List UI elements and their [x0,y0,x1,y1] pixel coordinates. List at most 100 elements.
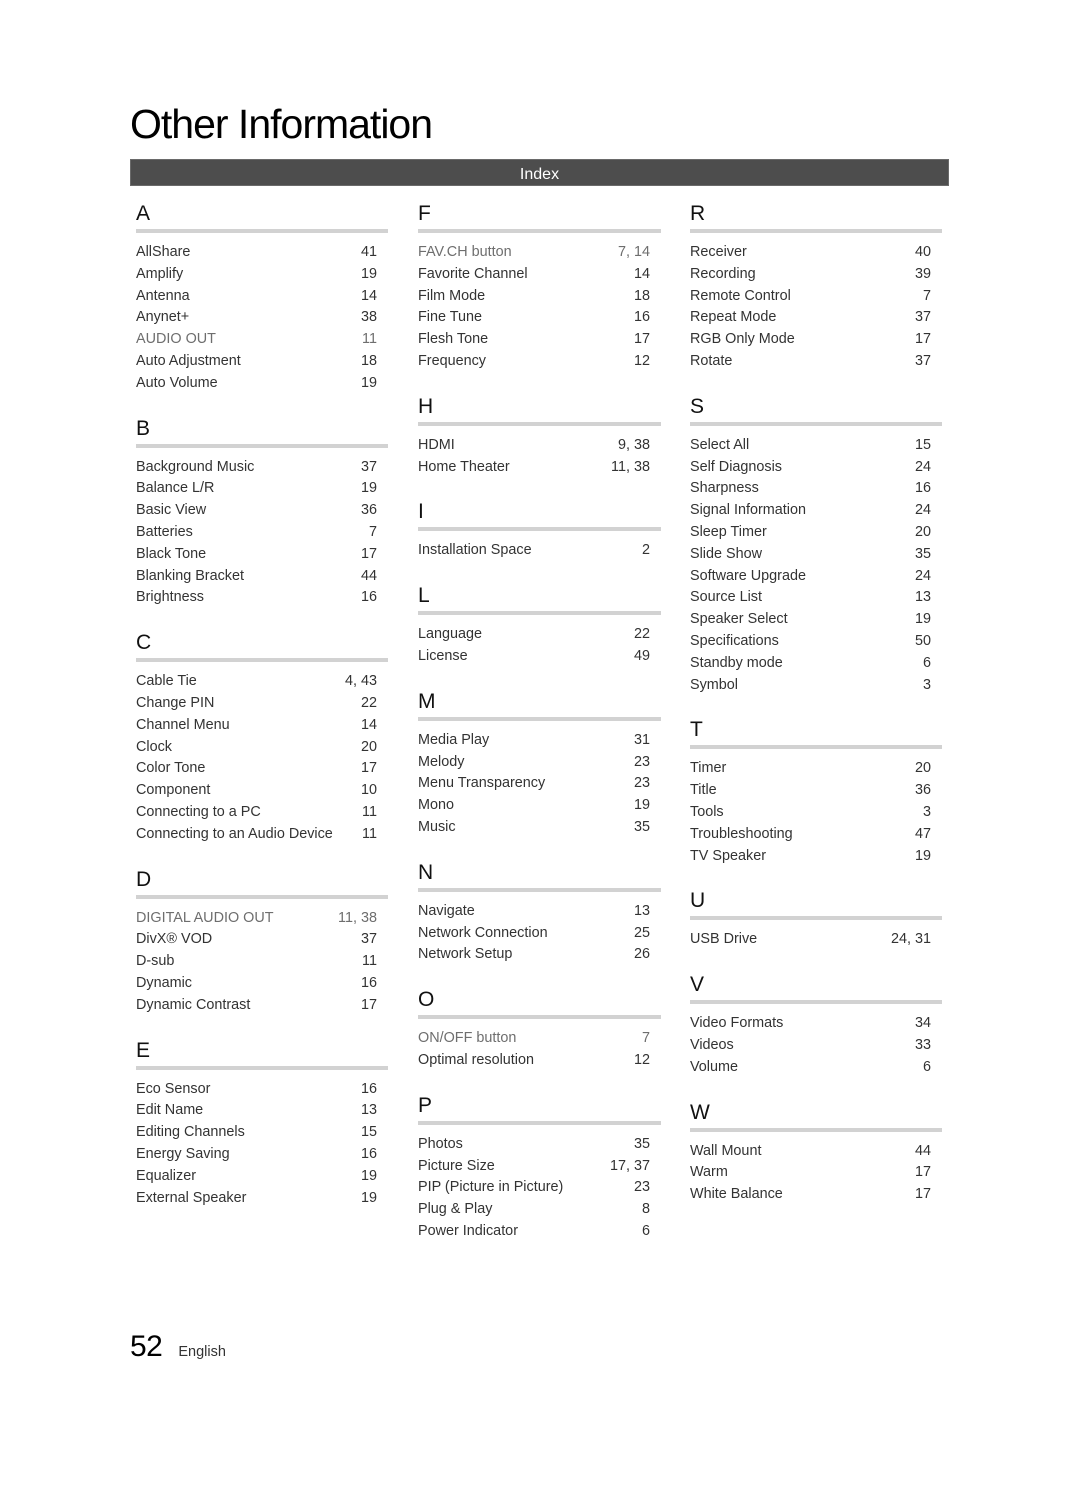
index-column-2: F FAV.CH button 7, 14 Favorite Channel 14 Fil… [418,200,661,1263]
index-entry: PIP (Picture in Picture) 23 [418,1177,661,1199]
index-page-ref: 17 [360,760,377,777]
index-entry: Fine Tune 16 [418,307,661,329]
index-page-ref: 6 [922,654,931,671]
index-term: Edit Name [136,1102,204,1119]
index-page-ref: 39 [914,265,931,282]
index-term: Wall Mount [690,1142,762,1159]
index-entry: Slide Show 35 [690,544,942,566]
index-page-ref: 17 [360,545,377,562]
index-term: Network Setup [418,946,513,963]
section-divider [418,887,661,892]
index-entry: Optimal resolution 12 [418,1050,661,1072]
index-page-ref: 7 [922,287,931,304]
index-page-ref: 11 [362,825,377,842]
index-entry: Antenna 14 [136,286,388,308]
index-entry: Edit Name 13 [136,1100,388,1122]
index-page-ref: 13 [360,1102,377,1119]
index-term: AllShare [136,244,191,260]
section-letter: E [136,1038,151,1062]
section-divider [690,1127,942,1132]
index-entry: Favorite Channel 14 [418,264,661,286]
section-divider [418,421,661,426]
index-page-ref: 15 [360,1124,377,1141]
index-page-ref: 12 [633,352,650,369]
index-page-ref: 3 [922,676,931,693]
index-term: Recording [690,265,756,282]
index-term: Software Upgrade [690,567,806,584]
index-entry: Specifications 50 [690,631,942,653]
index-section-bar: Index [130,159,949,186]
index-entry: Amplify 19 [136,264,388,286]
index-page-ref: 33 [914,1036,931,1053]
index-page-ref: 36 [914,782,931,799]
index-entry: Background Music 37 [136,457,388,479]
section-letter: D [136,867,152,891]
index-section-m: M Media Play 31 Melody 23 Menu Transparency 23… [418,688,661,839]
index-term: Dynamic Contrast [136,996,251,1013]
index-entry: Sharpness 16 [690,478,942,500]
index-page-ref: 23 [633,1179,650,1196]
index-page-ref: 20 [914,760,931,777]
index-page-ref: 37 [914,309,931,326]
index-page-ref: 37 [360,458,377,475]
index-term: RGB Only Mode [690,331,795,348]
index-term: Repeat Mode [690,309,777,326]
index-entry: Source List 13 [690,587,942,609]
index-page-ref: 25 [633,924,650,941]
index-entry: Software Upgrade 24 [690,566,942,588]
index-page-ref: 7 [641,1030,650,1047]
section-divider [418,229,661,233]
index-term: Title [690,782,717,799]
index-page-ref: 12 [633,1051,650,1068]
index-term: Picture Size [418,1157,495,1174]
index-term: USB Drive [690,931,758,948]
index-entry: Wall Mount 44 [690,1141,942,1163]
index-term: Melody [418,753,465,770]
index-page-ref: 24 [914,458,931,475]
index-entry: Flesh Tone 17 [418,329,661,351]
index-term: Background Music [136,458,255,475]
index-page-ref: 40 [914,244,931,260]
index-term: Optimal resolution [418,1051,534,1068]
index-page-ref: 17 [914,331,931,348]
section-letter: F [418,202,431,225]
index-term: DIGITAL AUDIO OUT [136,909,274,926]
index-entry: Timer 20 [690,758,942,780]
index-section-d: D DIGITAL AUDIO OUT 11, 38 DivX® VOD 37 D-sub… [136,866,388,1017]
index-entry: Home Theater 11, 38 [418,457,661,479]
section-letter: U [690,889,706,913]
index-section-r: R Receiver 40 Recording 39 Remote Control 7 Rep… [690,200,942,373]
index-term: Antenna [136,287,190,304]
index-entry: Component 10 [136,780,388,802]
index-section-v: V Video Formats 34 Videos 33 Volume 6 [690,971,942,1078]
index-term: Auto Volume [136,374,218,391]
index-page-ref: 34 [914,1015,931,1032]
index-term: Connecting to a PC [136,803,261,820]
index-page-ref: 35 [914,545,931,562]
index-page-ref: 14 [633,265,650,282]
index-term: Eco Sensor [136,1080,211,1097]
index-column-3: R Receiver 40 Recording 39 Remote Control 7 Rep… [690,200,942,1226]
index-page-ref: 22 [633,626,650,643]
index-entry: Color Tone 17 [136,758,388,780]
index-entry: White Balance 17 [690,1184,942,1206]
index-page-ref: 15 [914,436,931,453]
index-entry: External Speaker 19 [136,1188,388,1210]
section-divider [418,611,661,616]
section-divider [136,658,388,663]
index-entry: Media Play 31 [418,730,661,752]
index-entry: Energy Saving 16 [136,1144,388,1166]
index-page-ref: 24, 31 [890,931,931,948]
index-page-ref: 41 [360,244,377,260]
index-entry: RGB Only Mode 17 [690,329,942,351]
index-term: Receiver [690,244,747,260]
section-letter: M [418,689,436,713]
index-term: Language [418,626,483,643]
index-entry: Melody 23 [418,752,661,774]
index-term: Source List [690,589,762,606]
index-page-ref: 19 [914,611,931,628]
index-term: Network Connection [418,924,548,941]
index-page-ref: 18 [360,352,377,369]
index-term: Symbol [690,676,738,693]
section-letter: P [418,1093,433,1117]
